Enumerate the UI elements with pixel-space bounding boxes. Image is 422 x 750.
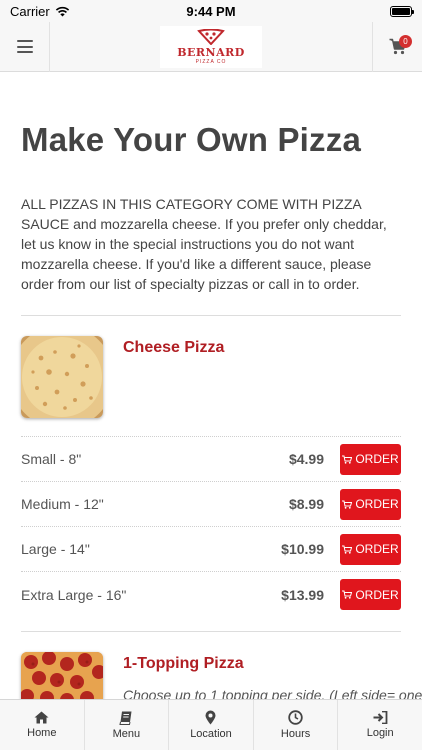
- size-row-extra-large: Extra Large - 16" $13.99 ORDER: [21, 572, 401, 617]
- size-label: Extra Large - 16": [21, 586, 127, 603]
- pepperoni-pizza-image[interactable]: [21, 652, 103, 699]
- menu-button[interactable]: [0, 21, 50, 72]
- tab-label: Location: [190, 728, 232, 740]
- brand-logo[interactable]: BERNARD PIZZA CO: [160, 25, 262, 68]
- size-row-large: Large - 14" $10.99 ORDER: [21, 527, 401, 572]
- order-button-small[interactable]: ORDER: [340, 443, 401, 475]
- carrier-label: Carrier: [10, 3, 50, 19]
- order-label: ORDER: [355, 452, 399, 466]
- cart-icon: [342, 545, 353, 554]
- order-button-large[interactable]: ORDER: [340, 533, 401, 565]
- order-label: ORDER: [355, 497, 399, 511]
- size-label: Medium - 12": [21, 496, 104, 512]
- tab-label: Home: [27, 727, 57, 739]
- bottom-tab-bar: Home Menu Location Hours Login: [0, 699, 422, 750]
- product-info: Cheese Pizza: [123, 336, 224, 357]
- app-header: BERNARD PIZZA CO 0: [0, 21, 422, 72]
- cart-button[interactable]: 0: [372, 21, 422, 72]
- cheese-pizza-image[interactable]: [21, 336, 103, 418]
- size-row-medium: Medium - 12" $8.99 ORDER: [21, 482, 401, 527]
- product-cheese-pizza: Cheese Pizza: [21, 316, 401, 418]
- wifi-icon: [55, 6, 69, 16]
- tab-login[interactable]: Login: [338, 700, 422, 750]
- product-name[interactable]: 1-Topping Pizza: [123, 655, 422, 673]
- cart-count-badge: 0: [399, 34, 412, 48]
- battery-icon: [390, 5, 414, 17]
- logo-text: BERNARD: [177, 45, 245, 59]
- product-info: 1-Topping Pizza Choose up to 1 topping p…: [123, 652, 422, 699]
- tab-hours[interactable]: Hours: [254, 700, 339, 750]
- cart-icon: [342, 455, 353, 464]
- order-label: ORDER: [355, 587, 399, 602]
- size-list: Small - 8" $4.99 ORDER Medium - 12" $8.9…: [21, 436, 401, 617]
- order-button-extra-large[interactable]: ORDER: [340, 579, 401, 610]
- tab-label: Menu: [112, 727, 141, 740]
- status-bar: Carrier 9:44 PM: [0, 0, 422, 22]
- tab-home[interactable]: Home: [0, 700, 85, 750]
- size-price: $4.99: [288, 451, 324, 467]
- category-description: ALL PIZZAS IN THIS CATEGORY COME WITH PI…: [21, 196, 387, 292]
- logo-subtext: PIZZA CO: [195, 58, 227, 65]
- order-label: ORDER: [355, 542, 399, 556]
- hamburger-icon: [16, 40, 33, 53]
- menu-book-icon: [119, 711, 132, 725]
- size-price: $10.99: [281, 541, 324, 557]
- tab-menu[interactable]: Menu: [85, 700, 170, 750]
- page-title: Make Your Own Pizza: [21, 121, 362, 158]
- size-price: $13.99: [281, 586, 324, 603]
- product-name[interactable]: Cheese Pizza: [123, 339, 224, 357]
- location-pin-icon: [205, 710, 216, 725]
- clock-icon: [288, 710, 303, 725]
- tab-location[interactable]: Location: [169, 700, 254, 750]
- size-price: $8.99: [288, 496, 324, 512]
- size-row-small: Small - 8" $4.99 ORDER: [21, 437, 401, 482]
- size-label: Large - 14": [21, 541, 90, 557]
- order-button-medium[interactable]: ORDER: [340, 488, 401, 520]
- product-description: Choose up to 1 topping per side. (Left s…: [123, 687, 422, 699]
- status-left: Carrier: [10, 4, 70, 19]
- home-icon: [34, 711, 49, 724]
- size-label: Small - 8": [21, 451, 82, 467]
- cart-icon: [342, 590, 353, 599]
- tab-label: Login: [366, 727, 394, 739]
- cart-icon: [342, 500, 353, 509]
- product-1-topping-pizza: 1-Topping Pizza Choose up to 1 topping p…: [21, 632, 422, 699]
- login-icon: [373, 711, 388, 724]
- tab-label: Hours: [280, 728, 311, 740]
- main-content: Make Your Own Pizza ALL PIZZAS IN THIS C…: [0, 72, 422, 699]
- pizza-slice-logo-icon: [197, 28, 225, 45]
- logo-container: BERNARD PIZZA CO: [50, 25, 372, 68]
